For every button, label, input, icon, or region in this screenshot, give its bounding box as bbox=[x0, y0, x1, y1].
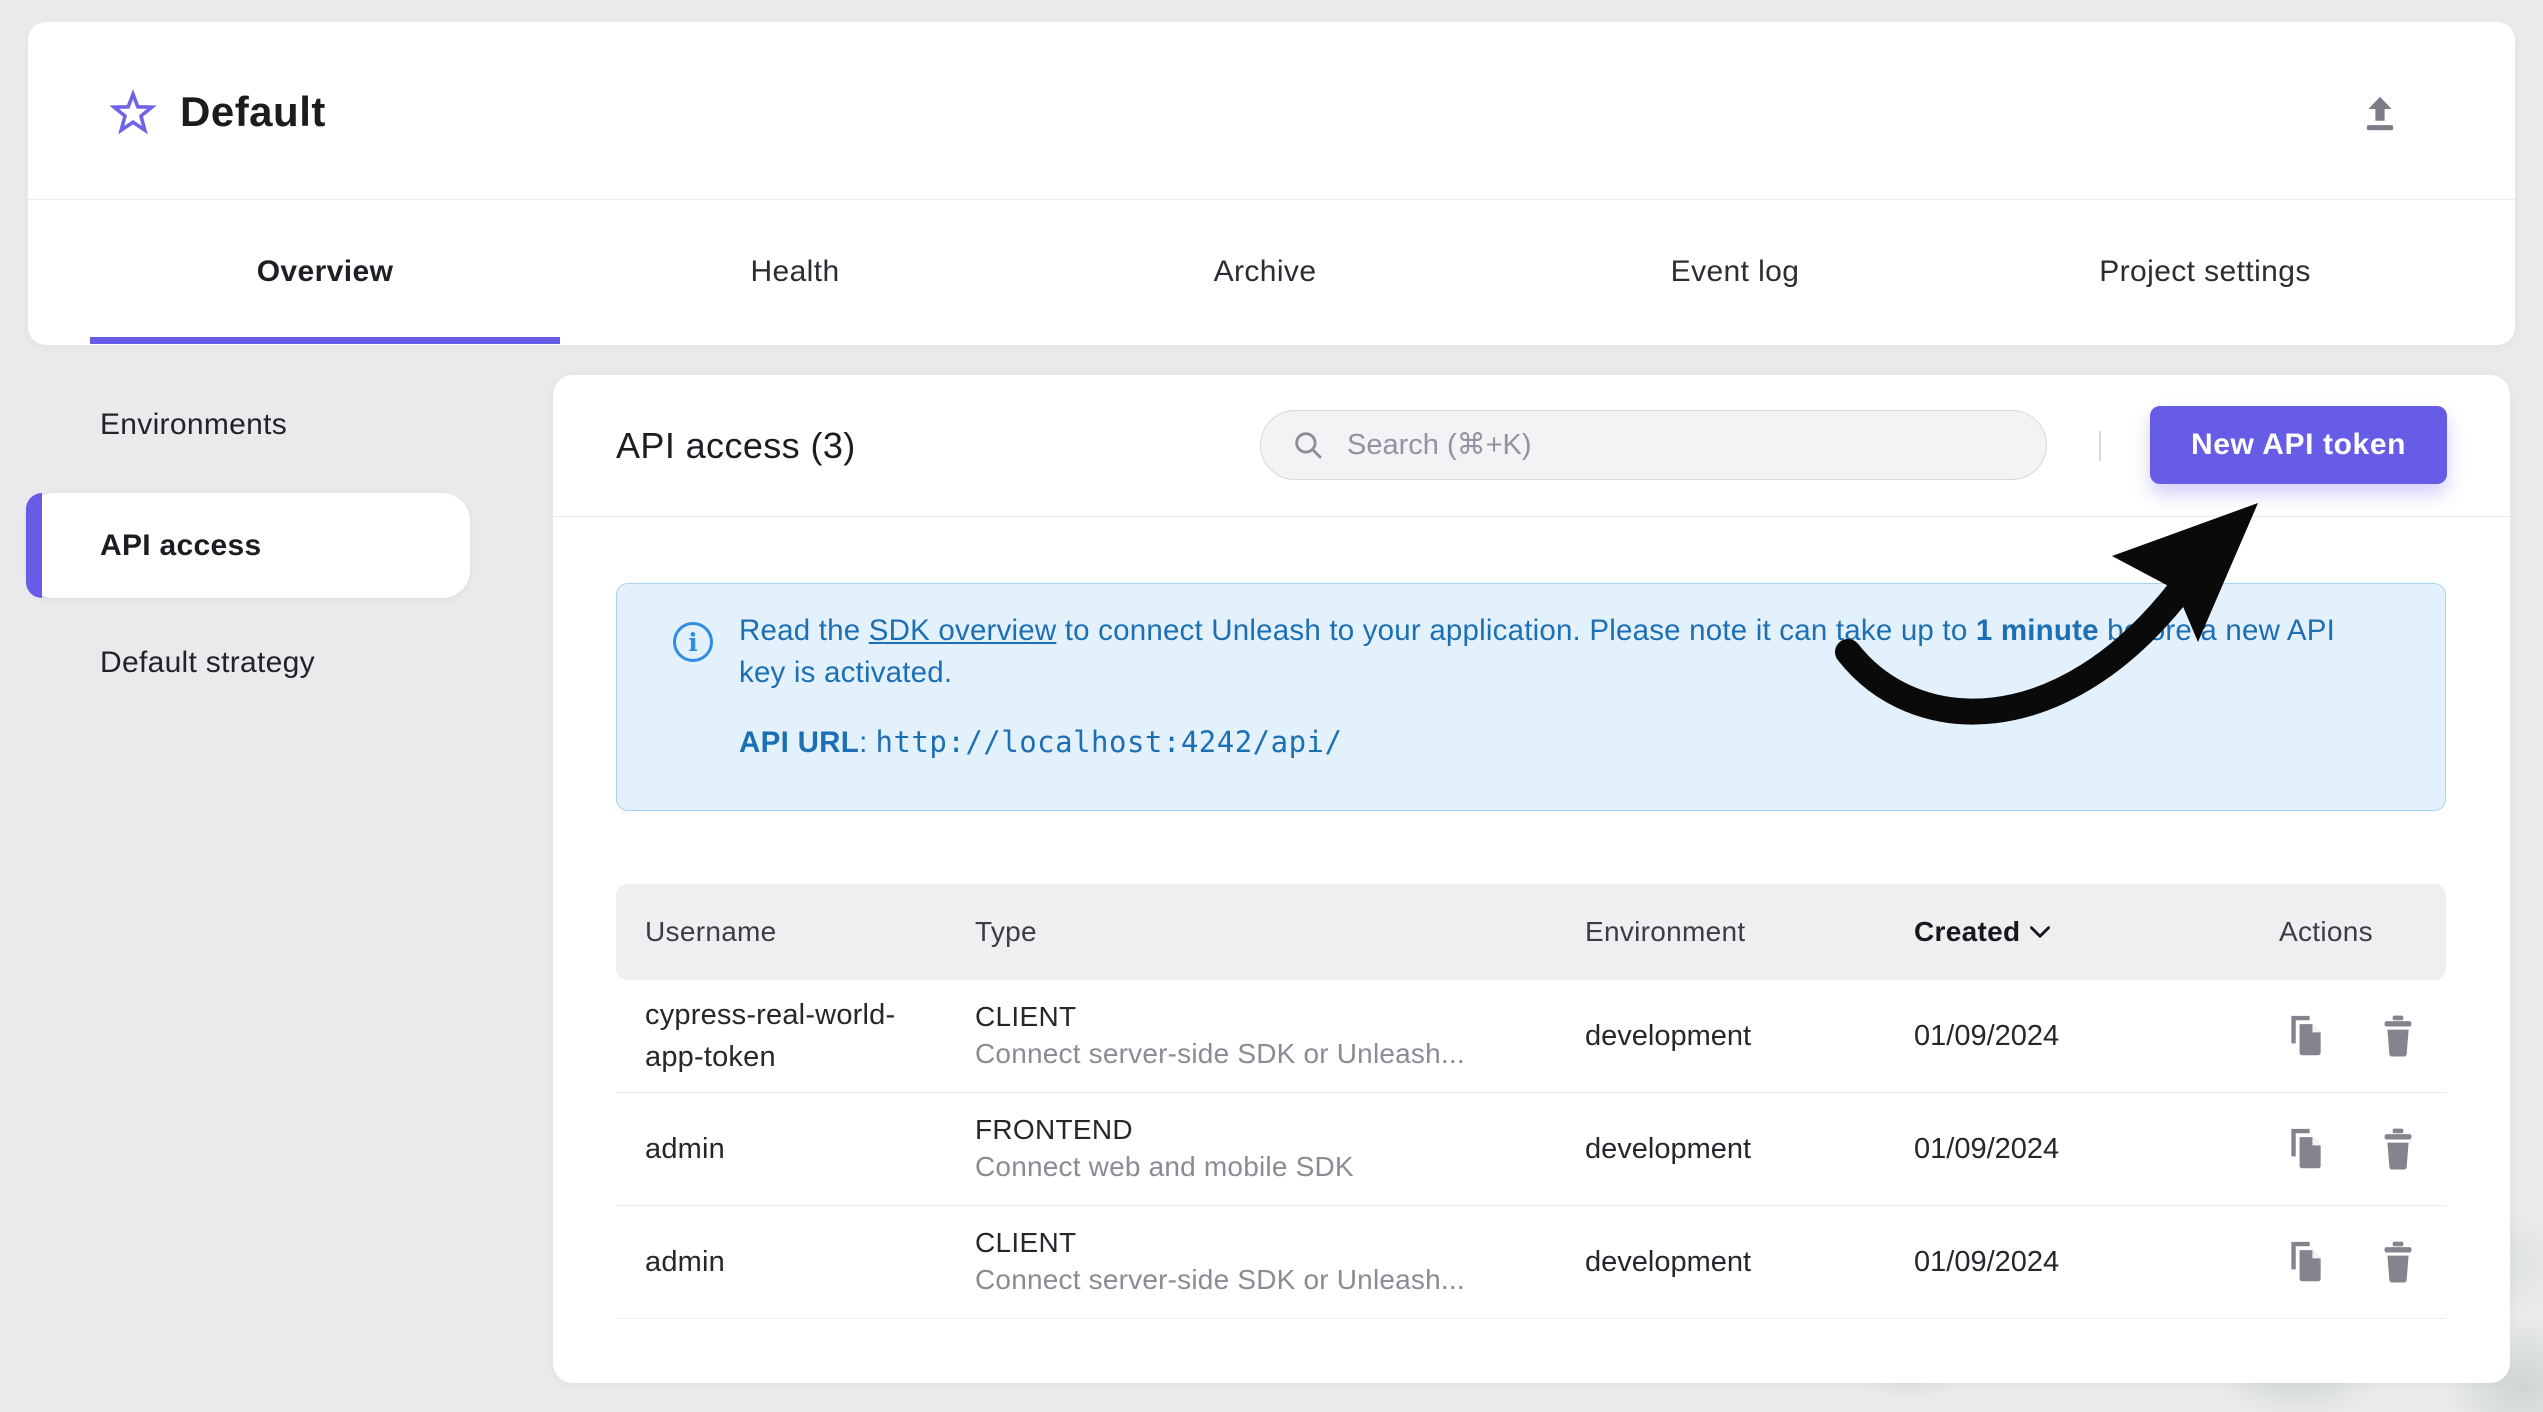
toolbar-rule bbox=[553, 516, 2510, 517]
token-type: CLIENT bbox=[975, 1227, 1077, 1258]
trash-icon bbox=[2384, 1241, 2412, 1283]
cell-created: 01/09/2024 bbox=[1914, 1245, 2060, 1278]
cell-actions bbox=[2250, 1125, 2446, 1173]
tab-health[interactable]: Health bbox=[560, 200, 1030, 344]
table-row: admin CLIENT Connect server-side SDK or … bbox=[616, 1206, 2446, 1319]
toolbar-divider-line bbox=[2099, 431, 2101, 461]
table-row: cypress-real-world-app-token CLIENT Conn… bbox=[616, 980, 2446, 1093]
tab-project-settings[interactable]: Project settings bbox=[1970, 200, 2440, 344]
project-header: Default bbox=[28, 22, 2515, 200]
sidebar-item-default-strategy[interactable]: Default strategy bbox=[0, 627, 553, 699]
active-tab-indicator bbox=[90, 337, 560, 344]
project-header-card: Default Overview Health Archive Event lo… bbox=[28, 22, 2515, 345]
token-type: FRONTEND bbox=[975, 1114, 1133, 1145]
tab-overview[interactable]: Overview bbox=[90, 200, 560, 344]
token-type-description: Connect web and mobile SDK bbox=[975, 1151, 1354, 1182]
tab-archive[interactable]: Archive bbox=[1030, 200, 1500, 344]
copy-token-button[interactable] bbox=[2284, 1012, 2328, 1060]
column-header-username[interactable]: Username bbox=[645, 916, 975, 948]
copy-icon bbox=[2291, 1128, 2321, 1169]
star-icon bbox=[109, 89, 157, 135]
table-row: admin FRONTEND Connect web and mobile SD… bbox=[616, 1093, 2446, 1206]
api-url-label: API URL bbox=[739, 726, 860, 759]
column-header-type[interactable]: Type bbox=[975, 916, 1585, 948]
sort-chevron-down-icon bbox=[2030, 926, 2051, 938]
table-header-row: Username Type Environment Created Action… bbox=[616, 884, 2446, 980]
trash-icon bbox=[2384, 1015, 2412, 1057]
tab-label: Project settings bbox=[2099, 255, 2311, 288]
cell-type: CLIENT Connect server-side SDK or Unleas… bbox=[975, 1225, 1585, 1299]
info-alert: i Read the SDK overview to connect Unlea… bbox=[616, 583, 2446, 811]
tab-label: Event log bbox=[1670, 255, 1800, 288]
delete-token-button[interactable] bbox=[2376, 1012, 2420, 1060]
api-url-line: API URL: http://localhost:4242/api/ bbox=[739, 725, 2405, 760]
tab-label: Health bbox=[750, 255, 840, 288]
cell-type: FRONTEND Connect web and mobile SDK bbox=[975, 1112, 1585, 1186]
token-type: CLIENT bbox=[975, 1001, 1077, 1032]
api-url-separator: : bbox=[859, 726, 876, 759]
project-title: Default bbox=[180, 88, 326, 135]
cell-created: 01/09/2024 bbox=[1914, 1019, 2060, 1052]
api-url-value: http://localhost:4242/api/ bbox=[875, 725, 1343, 759]
panel-toolbar: API access (3) New API token bbox=[553, 375, 2510, 517]
cell-environment: development bbox=[1585, 1019, 1752, 1052]
copy-icon bbox=[2291, 1241, 2321, 1282]
cell-environment: development bbox=[1585, 1132, 1752, 1165]
search-icon bbox=[1295, 432, 1322, 459]
token-type-description: Connect server-side SDK or Unleash... bbox=[975, 1038, 1465, 1069]
sidebar-item-label: API access bbox=[100, 528, 262, 562]
alert-bold-segment: 1 minute bbox=[1975, 614, 2099, 647]
panel-title: API access (3) bbox=[616, 424, 856, 466]
alert-body: Read the SDK overview to connect Unleash… bbox=[739, 584, 2445, 760]
api-tokens-table: Username Type Environment Created Action… bbox=[616, 884, 2446, 1319]
cell-environment: development bbox=[1585, 1245, 1752, 1278]
tab-event-log[interactable]: Event log bbox=[1500, 200, 1970, 344]
page: Default Overview Health Archive Event lo… bbox=[0, 0, 2543, 1412]
sdk-overview-link[interactable]: SDK overview bbox=[869, 614, 1057, 647]
upload-icon[interactable] bbox=[2354, 88, 2406, 140]
sidebar-item-api-access[interactable]: API access bbox=[26, 493, 470, 598]
tab-label: Archive bbox=[1213, 255, 1317, 288]
sidebar: Environments API access Default strategy bbox=[0, 345, 553, 945]
copy-token-button[interactable] bbox=[2284, 1238, 2328, 1286]
copy-icon bbox=[2291, 1015, 2321, 1056]
favorite-star-button[interactable] bbox=[108, 88, 158, 138]
tab-bar: Overview Health Archive Event log Projec… bbox=[28, 200, 2515, 344]
active-item-bar bbox=[26, 493, 42, 598]
alert-text: Read the SDK overview to connect Unleash… bbox=[739, 610, 2369, 694]
api-access-panel: API access (3) New API token i Read the … bbox=[553, 375, 2510, 1383]
tab-label: Overview bbox=[256, 255, 394, 288]
alert-segment: Read the bbox=[739, 614, 869, 647]
new-api-token-button[interactable]: New API token bbox=[2150, 406, 2447, 484]
column-header-created[interactable]: Created bbox=[1914, 916, 2250, 948]
delete-token-button[interactable] bbox=[2376, 1125, 2420, 1173]
sidebar-item-environments[interactable]: Environments bbox=[0, 389, 553, 461]
search-box[interactable] bbox=[1260, 410, 2047, 480]
cell-created: 01/09/2024 bbox=[1914, 1132, 2060, 1165]
cell-actions bbox=[2250, 1012, 2446, 1060]
column-header-actions: Actions bbox=[2279, 916, 2373, 947]
alert-segment: to connect Unleash to your application. … bbox=[1056, 614, 1976, 647]
cell-username: admin bbox=[645, 1133, 725, 1165]
cell-username: admin bbox=[645, 1246, 725, 1278]
info-icon: i bbox=[673, 622, 713, 662]
trash-icon bbox=[2384, 1128, 2412, 1170]
copy-token-button[interactable] bbox=[2284, 1125, 2328, 1173]
token-type-description: Connect server-side SDK or Unleash... bbox=[975, 1264, 1465, 1295]
cell-type: CLIENT Connect server-side SDK or Unleas… bbox=[975, 999, 1585, 1073]
cell-actions bbox=[2250, 1238, 2446, 1286]
delete-token-button[interactable] bbox=[2376, 1238, 2420, 1286]
column-header-environment[interactable]: Environment bbox=[1585, 916, 1914, 948]
cell-username: cypress-real-world-app-token bbox=[645, 999, 896, 1073]
search-input[interactable] bbox=[1347, 428, 2016, 462]
